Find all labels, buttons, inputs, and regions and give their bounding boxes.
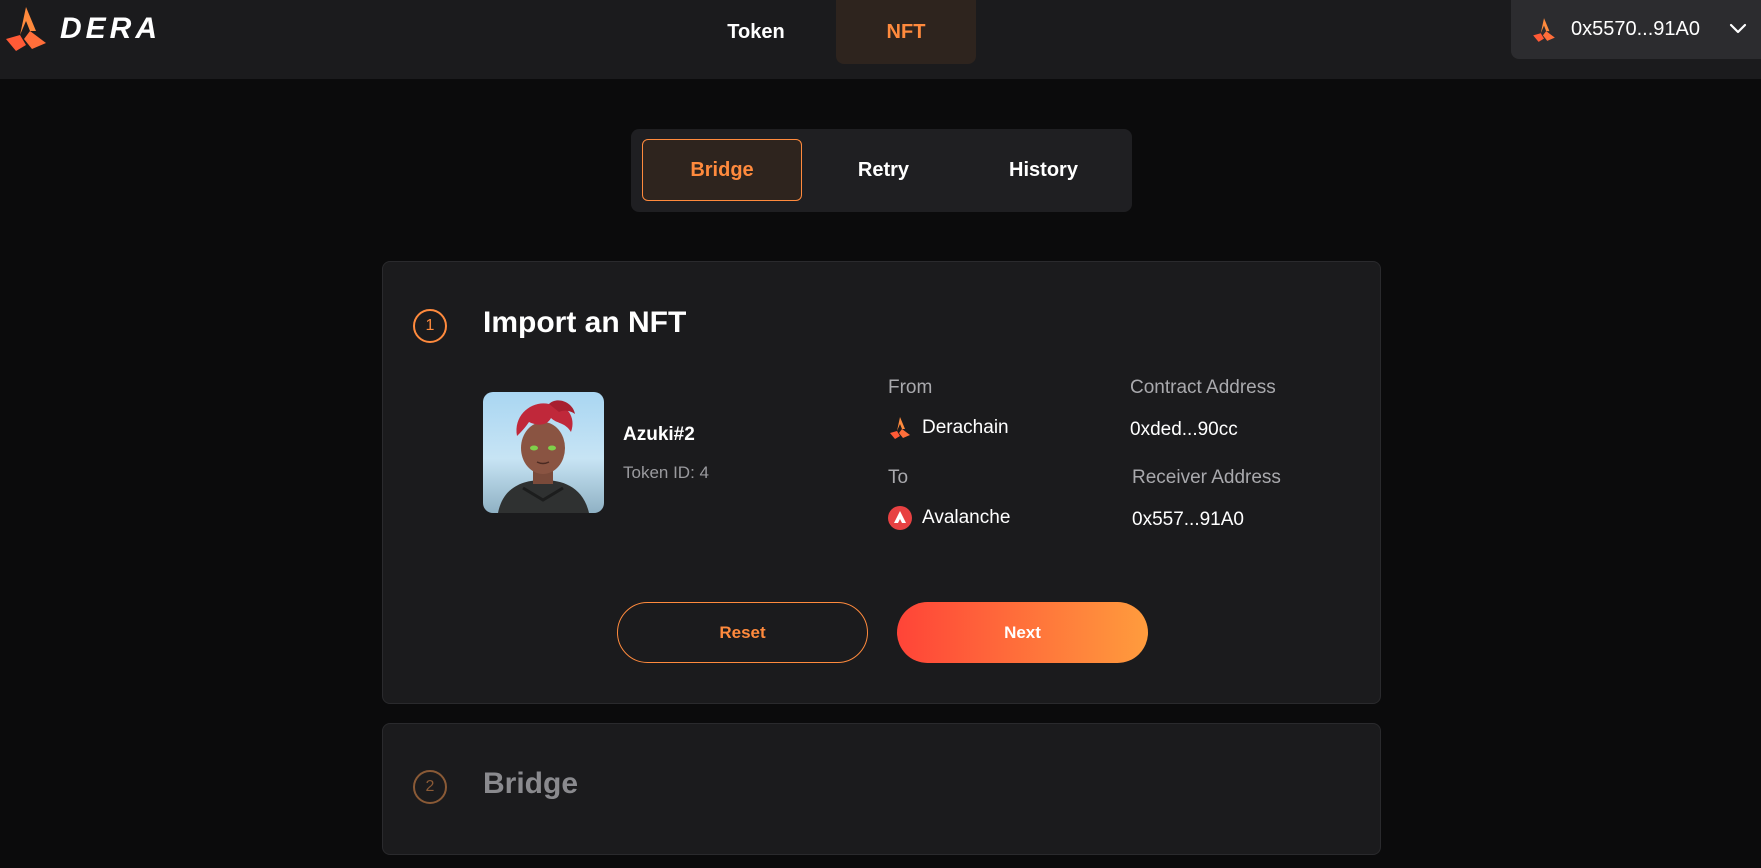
nft-thumbnail [483,392,604,513]
receiver-address-label: Receiver Address [1132,467,1281,488]
next-button[interactable]: Next [897,602,1148,663]
tab-bridge[interactable]: Bridge [642,139,802,201]
from-chain: Derachain [888,416,1009,440]
step-title: Bridge [483,767,579,800]
nft-name: Azuki#2 [623,424,695,445]
top-header: DERA Token NFT 0x5570...91A0 [0,0,1761,79]
dera-logo[interactable]: DERA [2,4,161,54]
chevron-down-icon[interactable] [1727,18,1749,40]
to-label: To [888,467,909,488]
bridge-subtabs: Bridge Retry History [631,129,1132,212]
step-number: 1 [413,309,447,343]
nav-tab-nft[interactable]: NFT [836,0,976,64]
to-chain: Avalanche [888,506,1010,530]
dera-chain-icon [1533,17,1555,42]
nft-avatar-illustration [498,400,589,513]
nft-token-id: Token ID: 4 [623,463,709,482]
logo-text: DERA [60,12,162,45]
to-chain-name: Avalanche [922,507,1011,528]
wallet-button[interactable]: 0x5570...91A0 [1511,0,1761,59]
step-import-nft-card: 1 Import an NFT Azuki#2 Token ID: 4 From [382,261,1381,704]
nav-tab-token[interactable]: Token [686,0,826,64]
wallet-address: 0x5570...91A0 [1571,18,1700,40]
step-number: 2 [413,770,447,804]
from-chain-name: Derachain [922,417,1009,438]
step-title: Import an NFT [483,306,687,339]
reset-button[interactable]: Reset [617,602,868,663]
receiver-address-value: 0x557...91A0 [1132,509,1244,530]
avalanche-icon [888,506,912,530]
tab-retry[interactable]: Retry [806,139,961,201]
dera-logo-icon [6,7,46,51]
step-bridge-card[interactable]: 2 Bridge [382,723,1381,855]
contract-address-label: Contract Address [1130,377,1276,398]
derachain-icon [890,417,910,439]
tab-history[interactable]: History [966,139,1121,201]
contract-address-value: 0xded...90cc [1130,419,1238,440]
from-label: From [888,377,933,398]
